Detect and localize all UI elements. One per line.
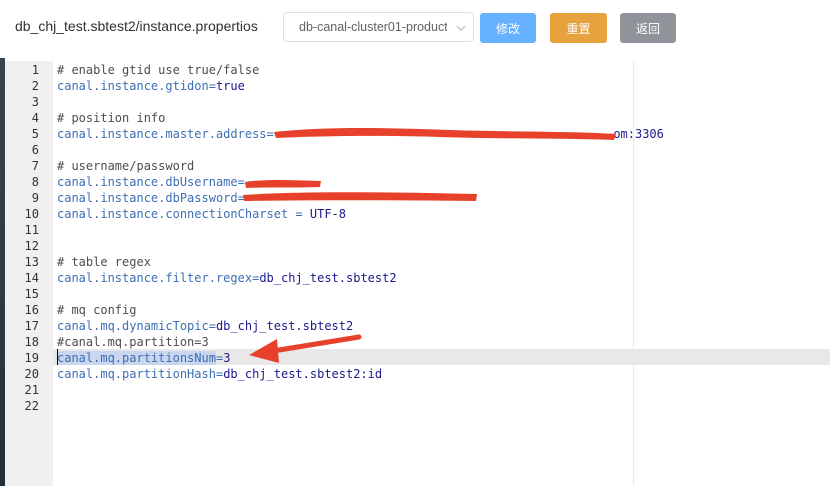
- property-key: canal.mq.partitionHash: [57, 367, 216, 381]
- code-line[interactable]: # username/password: [57, 158, 194, 174]
- line-number: 16: [24, 303, 39, 317]
- code-line[interactable]: canal.instance.connectionCharset = UTF-8: [57, 206, 346, 222]
- print-margin: [633, 61, 634, 486]
- line-number: 19: [24, 351, 39, 365]
- modify-button[interactable]: 修改: [480, 13, 536, 43]
- cluster-select[interactable]: db-canal-cluster01-production: [283, 12, 474, 42]
- line-number: 14: [24, 271, 39, 285]
- code-line[interactable]: canal.instance.dbPassword=: [57, 190, 245, 206]
- code-line[interactable]: #canal.mq.partition=3: [57, 334, 209, 350]
- property-value: om:3306: [613, 127, 664, 141]
- property-value: db_chj_test.sbtest2:id: [223, 367, 383, 381]
- line-number: 18: [24, 335, 39, 349]
- code-comment: # enable gtid use true/false: [57, 63, 260, 77]
- code-comment: # table regex: [57, 255, 151, 269]
- property-value: true: [215, 79, 245, 93]
- redaction-mark-password: [243, 192, 477, 201]
- line-number: 11: [24, 223, 39, 237]
- text-cursor: [57, 349, 58, 365]
- chevron-down-icon: [456, 25, 466, 31]
- property-key: canal.instance.dbPassword: [57, 191, 238, 205]
- property-equals: =: [288, 207, 310, 221]
- code-line[interactable]: # enable gtid use true/false: [57, 62, 259, 78]
- line-number: 4: [31, 111, 39, 125]
- annotation-arrow-icon: [249, 334, 362, 363]
- line-number: 6: [31, 143, 39, 157]
- property-key: canal.instance.master.address: [57, 127, 267, 141]
- reset-button[interactable]: 重置: [550, 13, 607, 43]
- property-value: db_chj_test.sbtest2: [259, 271, 397, 285]
- line-number: 20: [24, 367, 39, 381]
- line-number: 1: [31, 63, 39, 77]
- code-line[interactable]: canal.instance.gtidon=true: [57, 78, 245, 94]
- property-value: UTF-8: [309, 207, 346, 221]
- property-equals: =: [208, 79, 216, 93]
- property-key: canal.instance.dbUsername: [57, 175, 238, 189]
- line-number: 17: [24, 319, 39, 333]
- code-line[interactable]: canal.instance.dbUsername=: [57, 174, 245, 190]
- line-number: 12: [24, 239, 39, 253]
- code-comment: # position info: [57, 111, 166, 125]
- line-number: 22: [24, 399, 39, 413]
- line-number: 8: [31, 175, 39, 189]
- line-number: 5: [31, 127, 39, 141]
- property-key: canal.mq.partitionsNum: [57, 351, 216, 365]
- property-key: canal.instance.connectionCharset: [57, 207, 289, 221]
- redaction-mark-address: [274, 128, 616, 140]
- property-key: canal.instance.gtidon: [57, 79, 209, 93]
- toolbar: db_chj_test.sbtest2/instance.propertios …: [0, 0, 830, 58]
- page-title: db_chj_test.sbtest2/instance.propertios: [15, 18, 258, 34]
- line-number: 21: [24, 383, 39, 397]
- line-number: 7: [31, 159, 39, 173]
- line-number: 3: [31, 95, 39, 109]
- code-line[interactable]: # mq config: [57, 302, 136, 318]
- code-comment: # username/password: [57, 159, 195, 173]
- code-line[interactable]: canal.instance.filter.regex=db_chj_test.…: [57, 270, 397, 286]
- line-number: 2: [31, 79, 39, 93]
- code-line[interactable]: canal.mq.partitionsNum=3: [57, 350, 230, 366]
- code-line[interactable]: # table regex: [57, 254, 151, 270]
- property-key: canal.mq.dynamicTopic: [57, 319, 209, 333]
- code-line[interactable]: # position info: [57, 110, 165, 126]
- line-number: 15: [24, 287, 39, 301]
- property-value: 3: [223, 351, 231, 365]
- line-number: 10: [24, 207, 39, 221]
- back-button[interactable]: 返回: [620, 13, 676, 43]
- code-comment: #canal.mq.partition=3: [57, 335, 209, 349]
- cluster-select-value: db-canal-cluster01-production: [299, 20, 447, 34]
- code-editor[interactable]: # enable gtid use true/false canal.instan…: [5, 61, 830, 486]
- code-comment: # mq config: [57, 303, 137, 317]
- property-equals: =: [208, 319, 216, 333]
- line-number: 13: [24, 255, 39, 269]
- line-number: 9: [31, 191, 39, 205]
- property-key: canal.instance.filter.regex: [57, 271, 253, 285]
